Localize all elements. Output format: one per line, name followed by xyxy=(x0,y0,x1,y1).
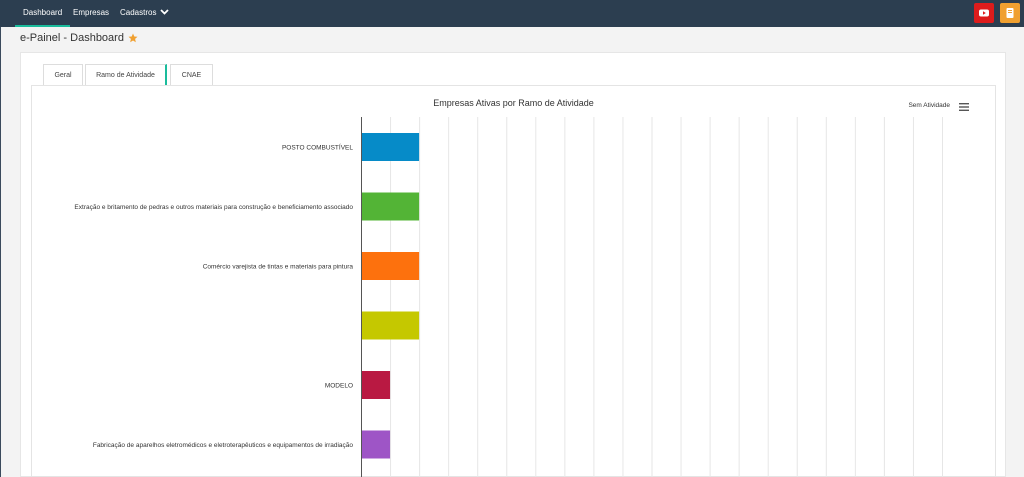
chart-category-label: MODELO xyxy=(325,383,353,390)
chart-category-label: Comércio varejista de tintas e materiais… xyxy=(203,264,354,271)
chart-bar[interactable] xyxy=(361,133,420,161)
chart-bar[interactable] xyxy=(361,371,391,399)
chart-bar[interactable] xyxy=(361,311,420,340)
chart-bar[interactable] xyxy=(361,192,420,221)
chart-category-label: Fabricação de aparelhos eletromédicos e … xyxy=(93,442,354,449)
chart-bar[interactable] xyxy=(361,430,391,459)
bar-chart: POSTO COMBUSTÍVEL Extração e britamento d… xyxy=(74,117,943,477)
chart-bar[interactable] xyxy=(361,252,420,280)
chart-category-label: Extração e britamento de pedras e outros… xyxy=(74,204,353,211)
chart-category-label: POSTO COMBUSTÍVEL xyxy=(282,143,353,152)
